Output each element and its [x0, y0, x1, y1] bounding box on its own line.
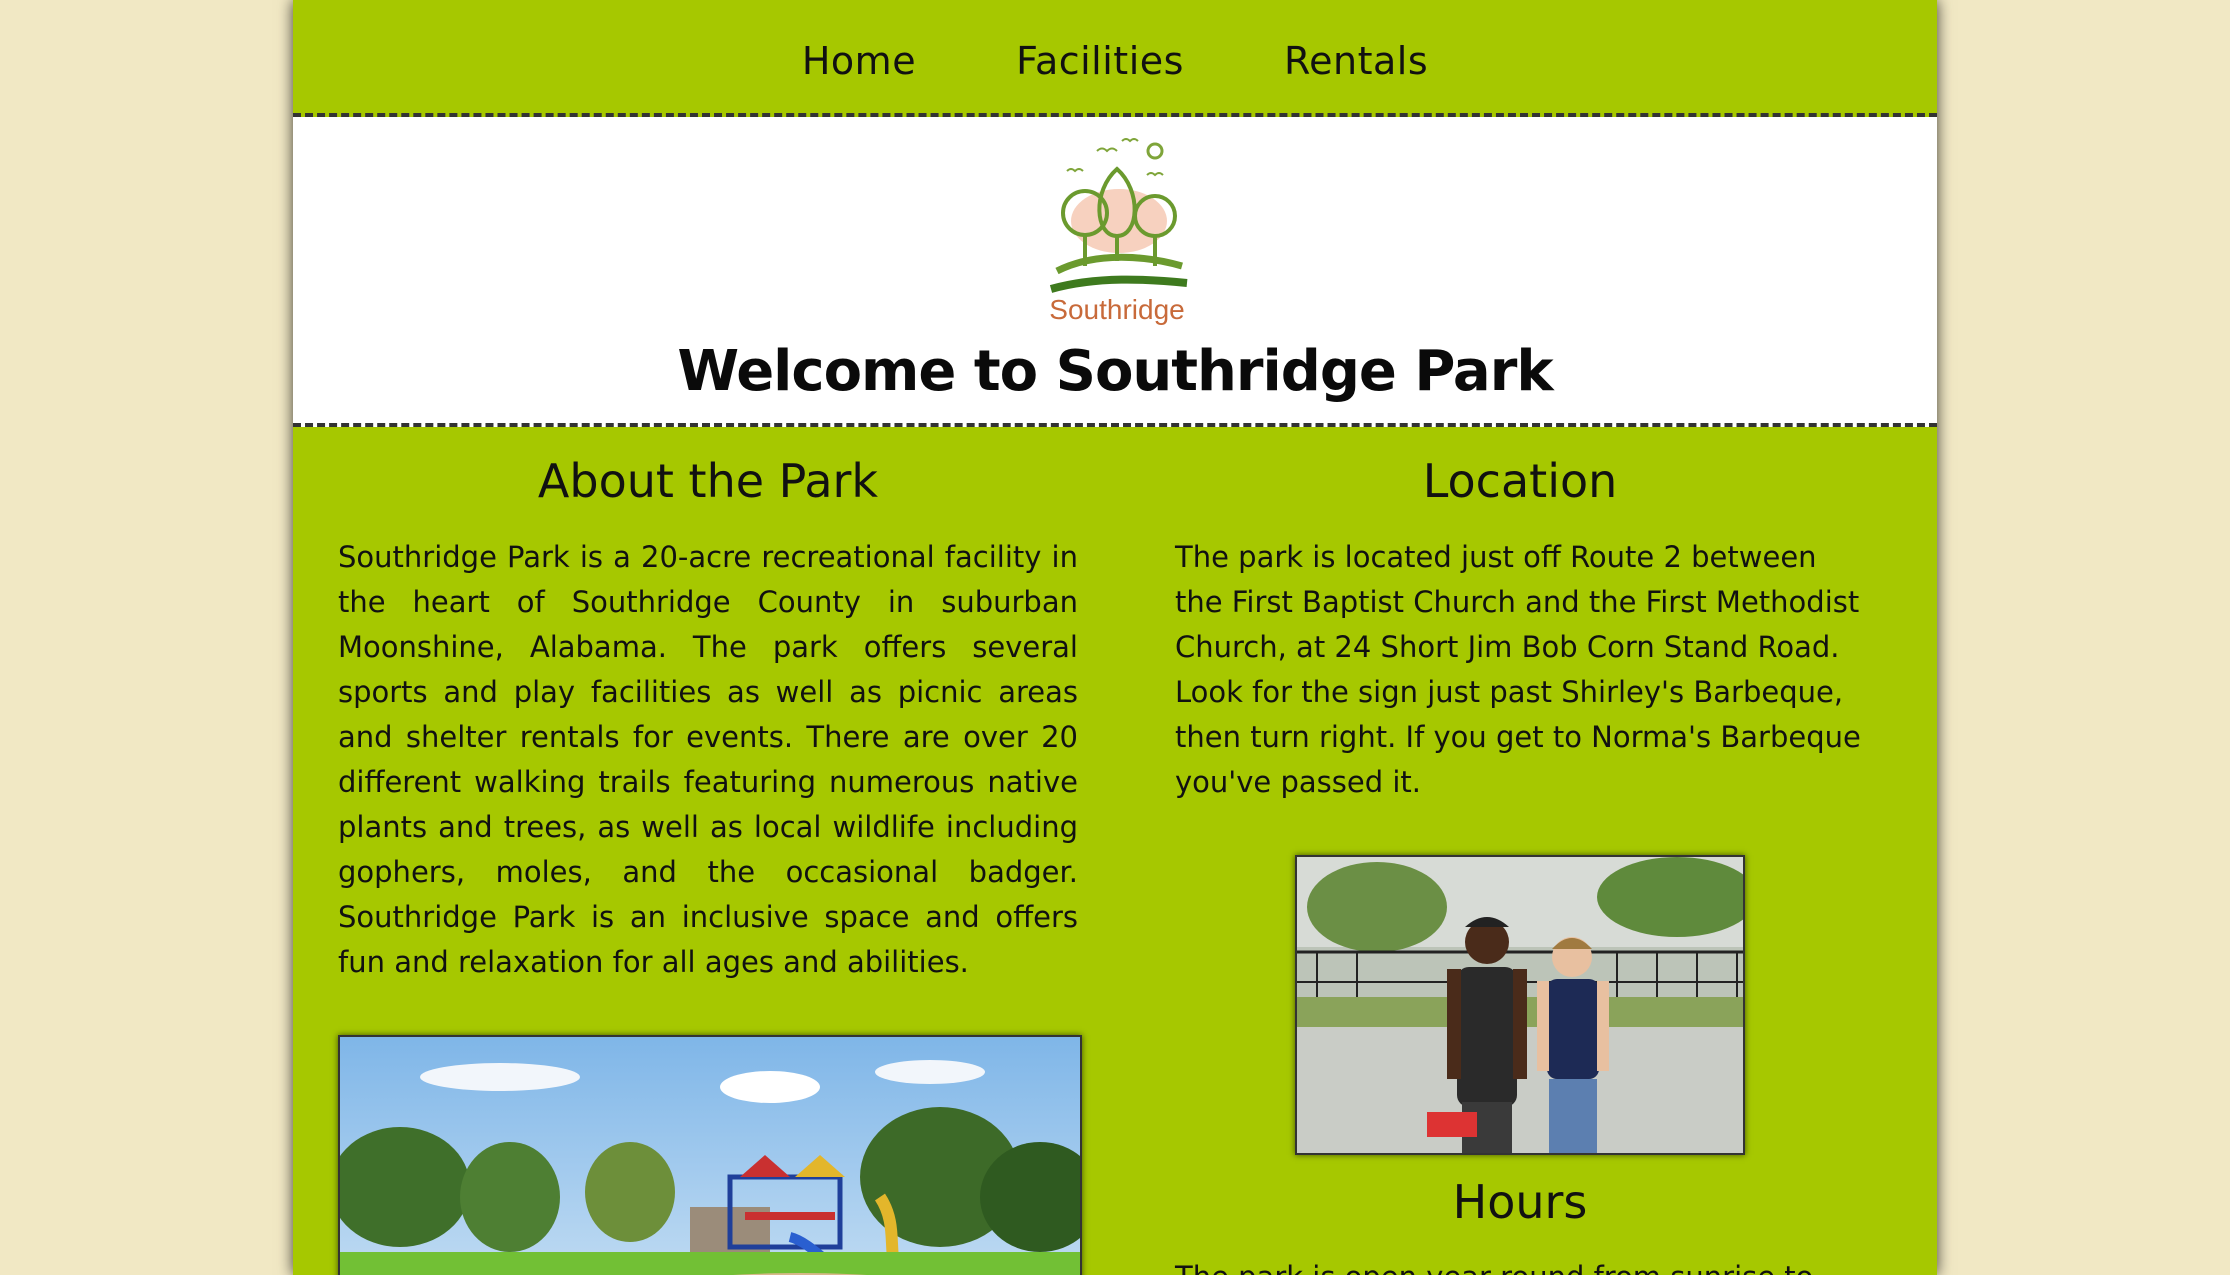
southridge-logo: Southridge	[1037, 131, 1197, 327]
page-container: Home Facilities Rentals Southridge Welco…	[293, 0, 1937, 1275]
nav-facilities-link[interactable]: Facilities	[1016, 31, 1184, 83]
about-heading: About the Park	[537, 454, 879, 508]
site-header: Southridge Welcome to Southridge Park	[293, 117, 1937, 427]
about-section: About the Park Southridge Park is a 20-a…	[338, 426, 1082, 1275]
hours-text: The park is open year round from sunrise…	[1175, 1255, 1865, 1275]
location-section: Location The park is located just off Ro…	[1175, 426, 1865, 1275]
nav-rentals-link[interactable]: Rentals	[1284, 31, 1428, 83]
main-nav: Home Facilities Rentals	[293, 0, 1937, 117]
nav-home-link[interactable]: Home	[802, 31, 916, 83]
location-text: The park is located just off Route 2 bet…	[1175, 539, 1861, 799]
hours-heading: Hours	[1452, 1174, 1588, 1229]
skatepark-photo	[1295, 854, 1745, 1155]
playground-photo	[338, 1034, 1082, 1275]
about-text: Southridge Park is a 20-acre recreationa…	[338, 539, 1078, 979]
location-heading: Location	[1422, 454, 1618, 508]
page-title: Welcome to Southridge Park	[677, 339, 1553, 404]
svg-text:Southridge: Southridge	[1049, 294, 1184, 325]
